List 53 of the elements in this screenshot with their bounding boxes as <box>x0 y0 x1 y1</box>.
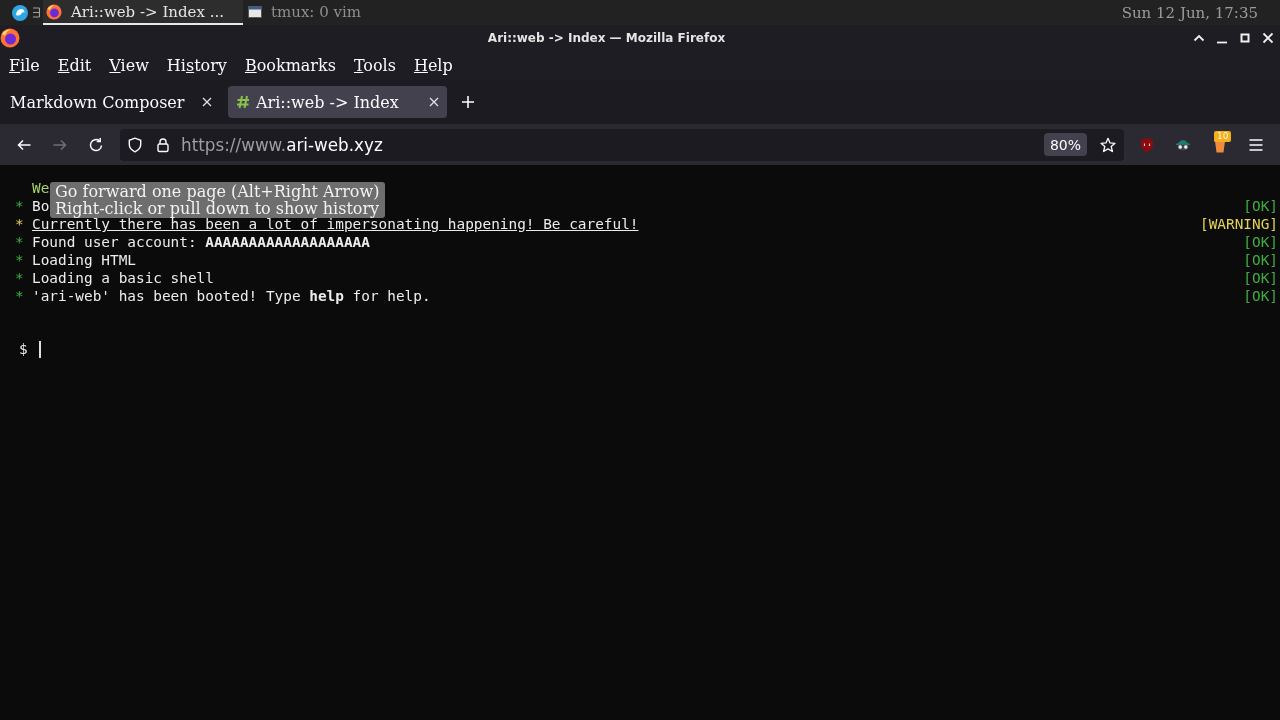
line-bullet: * <box>15 233 25 251</box>
grip-icon[interactable] <box>33 7 40 18</box>
menu-item[interactable]: Tools <box>344 52 405 78</box>
count-badge: 10 <box>1214 130 1232 142</box>
log-line: Loading HTML <box>32 251 136 269</box>
status-label: [WARNING] <box>1200 215 1278 233</box>
browser-tab[interactable]: Ari::web -> Index <box>228 86 447 118</box>
window-title: Ari::web -> Index — Mozilla Firefox <box>486 30 727 45</box>
star-icon[interactable] <box>1100 136 1116 153</box>
log-line: 'ari-web' has been booted! Type help for help. <box>32 287 431 305</box>
menu-item[interactable]: Help <box>404 52 462 78</box>
status-label: [OK] <box>1243 197 1278 215</box>
shield-extension-icon[interactable] <box>1139 136 1155 153</box>
close-icon[interactable] <box>202 97 212 107</box>
status-label: [OK] <box>1243 233 1278 251</box>
line-bullet: * <box>15 251 25 269</box>
plus-icon[interactable] <box>461 95 475 109</box>
log-line: We <box>32 179 50 197</box>
address-bar[interactable]: https://www.ari-web.xyz 80% <box>120 128 1124 161</box>
tooltip: Go forward one page (Alt+Right Arrow) Right-click or pull down to show history <box>50 182 386 218</box>
browser-icon <box>0 27 20 48</box>
close-icon[interactable] <box>429 97 439 107</box>
menu-item[interactable]: Bookmarks <box>235 52 345 78</box>
launcher-icon[interactable] <box>12 4 28 21</box>
window-icon <box>248 5 262 18</box>
menu-item[interactable]: View <box>100 52 158 78</box>
status-label: [OK] <box>1243 269 1278 287</box>
menu-item[interactable]: History <box>157 52 236 78</box>
log-line: Loading a basic shell <box>32 269 214 287</box>
close-icon[interactable] <box>1262 31 1274 44</box>
menu-item[interactable]: Edit <box>48 52 101 78</box>
prompt-symbol: $ <box>19 340 28 358</box>
line-bullet: * <box>15 215 25 233</box>
taskbar-item[interactable]: Ari::web -> Index ... <box>43 0 243 25</box>
browser-tab[interactable]: Markdown Composer <box>0 86 220 118</box>
shield-icon[interactable] <box>127 136 143 153</box>
line-bullet: * <box>15 197 25 215</box>
lock-icon[interactable] <box>155 136 171 153</box>
browser-icon <box>46 3 62 20</box>
clock: Sun 12 Jun, 17:35 <box>1121 3 1259 22</box>
line-bullet: * <box>15 269 25 287</box>
command-input[interactable] <box>38 340 41 358</box>
zoom-level-button[interactable]: 80% <box>1043 133 1087 156</box>
status-label: [OK] <box>1243 287 1278 305</box>
log-line: Bo <box>32 197 50 215</box>
log-line: Found user account: AAAAAAAAAAAAAAAAAAA <box>32 233 370 251</box>
menu-item[interactable]: File <box>0 52 49 78</box>
reload-icon[interactable] <box>88 136 104 153</box>
maximize-icon[interactable] <box>1239 31 1251 44</box>
menu-icon[interactable] <box>1248 136 1264 153</box>
taskbar-item[interactable]: tmux: 0 vim <box>244 0 444 25</box>
line-bullet: * <box>15 287 25 305</box>
status-label: [OK] <box>1243 251 1278 269</box>
